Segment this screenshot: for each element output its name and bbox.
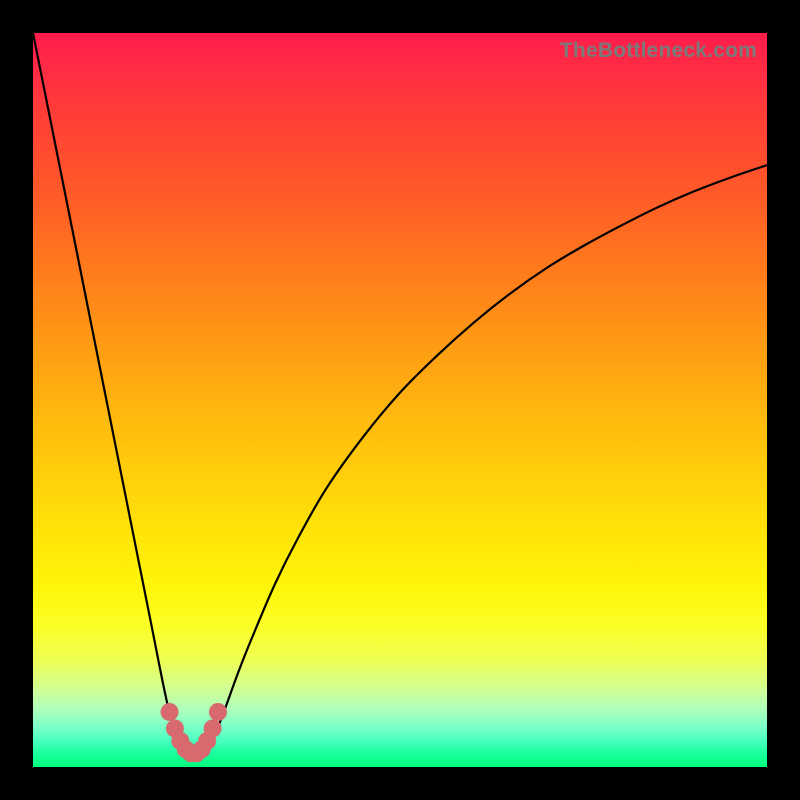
curve-left-branch — [33, 33, 186, 754]
curve-right-branch — [203, 165, 767, 754]
optimum-marker-dot — [161, 703, 179, 721]
optimum-marker-dot — [204, 719, 222, 737]
bottleneck-curve-svg — [33, 33, 767, 767]
optimum-marker-dot — [209, 703, 227, 721]
optimum-markers — [161, 703, 227, 762]
chart-frame: TheBottleneck.com — [33, 33, 767, 767]
